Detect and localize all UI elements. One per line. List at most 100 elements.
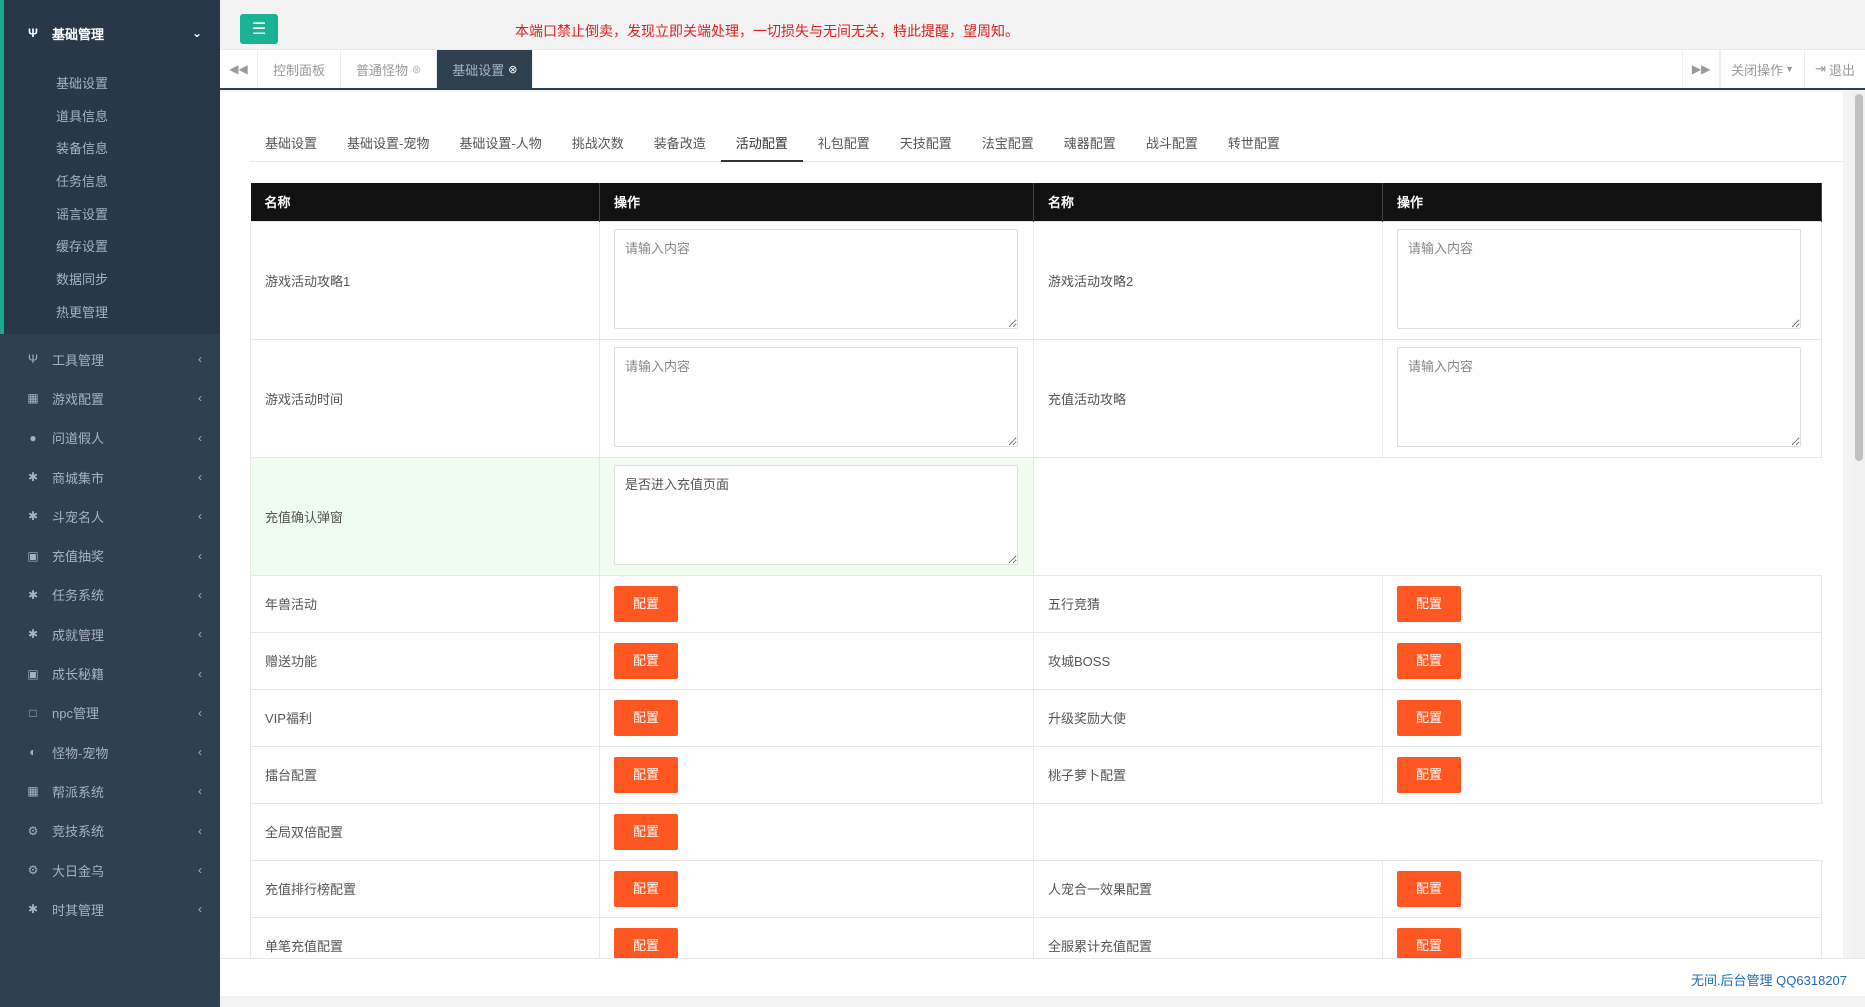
tabs-scroll-right-button[interactable]: ▶▶	[1682, 50, 1721, 88]
page-tab[interactable]: 基础设置 ⊗	[437, 50, 534, 88]
config-subtab[interactable]: 基础设置-宠物	[332, 126, 444, 162]
submenu-basic: 基础设置 道具信息 装备信息 任务信息 谣言设置 缓存设置 数据同步 热更管理	[4, 66, 220, 334]
cell-textarea	[1382, 338, 1822, 458]
activity-time-textarea[interactable]	[614, 346, 1018, 447]
scrollbar-thumb[interactable]	[1855, 94, 1863, 461]
menu-group: ✱ 时其管理 ‹	[0, 890, 220, 929]
menu-group: ⚙ 大日金乌 ‹	[0, 850, 220, 889]
config-subtab[interactable]: 天技配置	[885, 126, 967, 162]
page-tab[interactable]: 普通怪物 ⊗	[341, 50, 438, 88]
sidebar-subitem[interactable]: 基础设置	[4, 66, 220, 99]
config-button[interactable]: 配置	[1397, 756, 1461, 793]
sidebar-item[interactable]: ✱ 商城集市 ‹	[4, 457, 220, 496]
config-button[interactable]: 配置	[614, 813, 678, 850]
menu-group: ✱ 任务系统 ‹	[0, 575, 220, 614]
tabs-scroll-left-button[interactable]: ◀◀	[220, 50, 258, 88]
config-button[interactable]: 配置	[614, 756, 678, 793]
header-op-2: 操作	[1382, 183, 1822, 221]
gear-icon: ✱	[27, 470, 39, 485]
row-label: 游戏活动攻略1	[250, 220, 600, 340]
sidebar-item-label: 时其管理	[52, 902, 105, 918]
content-scrollbar[interactable]	[1853, 92, 1865, 958]
sidebar-item[interactable]: ⚙ 大日金乌 ‹	[4, 850, 220, 889]
sidebar-item[interactable]: □ npc管理 ‹	[4, 693, 220, 732]
footer: 无间.后台管理 QQ6318207	[220, 958, 1865, 996]
sidebar-item[interactable]: ● 问道假人 ‹	[4, 418, 220, 457]
logout-label: 退出	[1828, 62, 1855, 78]
config-button[interactable]: 配置	[1397, 870, 1461, 907]
config-button[interactable]: 配置	[614, 927, 678, 958]
sidebar-item[interactable]: ✱ 斗宠名人 ‹	[4, 497, 220, 536]
sidebar-item[interactable]: ◐ 怪物-宠物 ‹	[4, 732, 220, 771]
close-circle-icon[interactable]: ⊗	[508, 63, 517, 76]
sidebar-item[interactable]: ▦ 帮派系统 ‹	[4, 772, 220, 811]
table-row: VIP福利 配置 升级奖励大使 配置	[250, 688, 1822, 747]
sidebar-subitem[interactable]: 任务信息	[4, 164, 220, 197]
config-button[interactable]: 配置	[614, 642, 678, 679]
row-label: 升级奖励大使	[1033, 688, 1383, 747]
config-subtab[interactable]: 基础设置-人物	[444, 126, 556, 162]
row-label: 攻城BOSS	[1033, 631, 1383, 690]
close-circle-icon[interactable]: ⊗	[412, 63, 421, 76]
sidebar-subitem[interactable]: 装备信息	[4, 131, 220, 164]
logout-button[interactable]: ⇥ 退出	[1804, 50, 1865, 88]
page-tab[interactable]: 控制面板	[258, 50, 342, 88]
guide-2-textarea[interactable]	[1397, 228, 1801, 329]
config-subtab[interactable]: 礼包配置	[803, 126, 885, 162]
chevron-left-icon: ‹	[198, 430, 202, 445]
table-row: 赠送功能 配置 攻城BOSS 配置	[250, 631, 1822, 690]
config-button[interactable]: 配置	[1397, 927, 1461, 958]
cutlery-icon: Ψ	[28, 26, 38, 40]
sidebar-subitem[interactable]: 谣言设置	[4, 197, 220, 230]
row-label: 擂台配置	[250, 745, 600, 804]
chevron-left-icon: ‹	[198, 666, 202, 681]
config-button[interactable]: 配置	[614, 699, 678, 736]
sidebar-item[interactable]: ▣ 充值抽奖 ‹	[4, 536, 220, 575]
menu-group-basic: Ψ 基础管理 ⌄ 基础设置 道具信息 装备信息 任务信息 谣言设置 缓存设置 数据同步 热更管…	[0, 0, 220, 334]
sidebar-item[interactable]: ✱ 时其管理 ‹	[4, 890, 220, 929]
sidebar-item[interactable]: ▣ 成长秘籍 ‹	[4, 654, 220, 693]
config-subtab[interactable]: 活动配置	[720, 126, 803, 162]
cell-textarea	[599, 220, 1034, 340]
config-subtab[interactable]: 挑战次数	[557, 126, 639, 162]
table-row: 全局双倍配置 配置	[250, 802, 1822, 861]
sidebar-item[interactable]: ✱ 任务系统 ‹	[4, 575, 220, 614]
sidebar-item-label: npc管理	[52, 706, 99, 722]
sidebar-subitem[interactable]: 缓存设置	[4, 229, 220, 262]
money-icon: ▣	[27, 666, 39, 681]
recharge-confirm-textarea[interactable]	[614, 464, 1018, 565]
menu-toggle-button[interactable]: ☰	[240, 14, 278, 44]
config-button[interactable]: 配置	[1397, 642, 1461, 679]
config-button[interactable]: 配置	[614, 585, 678, 622]
gears-icon: ⚙	[27, 863, 39, 877]
sidebar-item[interactable]: ▦ 游戏配置 ‹	[4, 379, 220, 418]
config-subtab[interactable]: 法宝配置	[967, 126, 1049, 162]
config-subtab[interactable]: 战斗配置	[1131, 126, 1213, 162]
page-tab-label: 控制面板	[273, 62, 326, 78]
sidebar-subitem[interactable]: 热更管理	[4, 295, 220, 328]
menu-head-basic[interactable]: Ψ 基础管理 ⌄	[4, 0, 220, 66]
sidebar-item[interactable]: Ψ 工具管理 ‹	[4, 340, 220, 379]
row-label: 年兽活动	[250, 574, 600, 633]
menu-group: ▦ 帮派系统 ‹	[0, 772, 220, 811]
table-row: 擂台配置 配置 桃子萝卜配置 配置	[250, 745, 1822, 804]
recharge-guide-textarea[interactable]	[1397, 346, 1801, 447]
config-subtab[interactable]: 转世配置	[1213, 126, 1295, 162]
sidebar-item[interactable]: ✱ 成就管理 ‹	[4, 615, 220, 654]
sidebar-subitem[interactable]: 数据同步	[4, 262, 220, 295]
config-subtab[interactable]: 基础设置	[250, 126, 332, 162]
sidebar-item-label: 帮派系统	[52, 784, 105, 800]
close-ops-dropdown[interactable]: 关闭操作 ▼	[1720, 50, 1804, 88]
config-button[interactable]: 配置	[1397, 699, 1461, 736]
guide-1-textarea[interactable]	[614, 228, 1018, 329]
config-subtab[interactable]: 装备改造	[639, 126, 721, 162]
config-subtab[interactable]: 魂器配置	[1049, 126, 1131, 162]
cutlery-icon: Ψ	[27, 352, 39, 367]
config-button[interactable]: 配置	[614, 870, 678, 907]
config-button[interactable]: 配置	[1397, 585, 1461, 622]
page-tabs: 控制面板 普通怪物 ⊗ 基础设置 ⊗	[258, 50, 534, 88]
sidebar-item[interactable]: ⚙ 竞技系统 ‹	[4, 811, 220, 850]
sidebar-subitem[interactable]: 道具信息	[4, 99, 220, 132]
sidebar: Ψ 基础管理 ⌄ 基础设置 道具信息 装备信息 任务信息 谣言设置 缓存设置 数据同步 热更管…	[0, 0, 220, 1007]
cell-action: 配置	[1382, 916, 1822, 958]
